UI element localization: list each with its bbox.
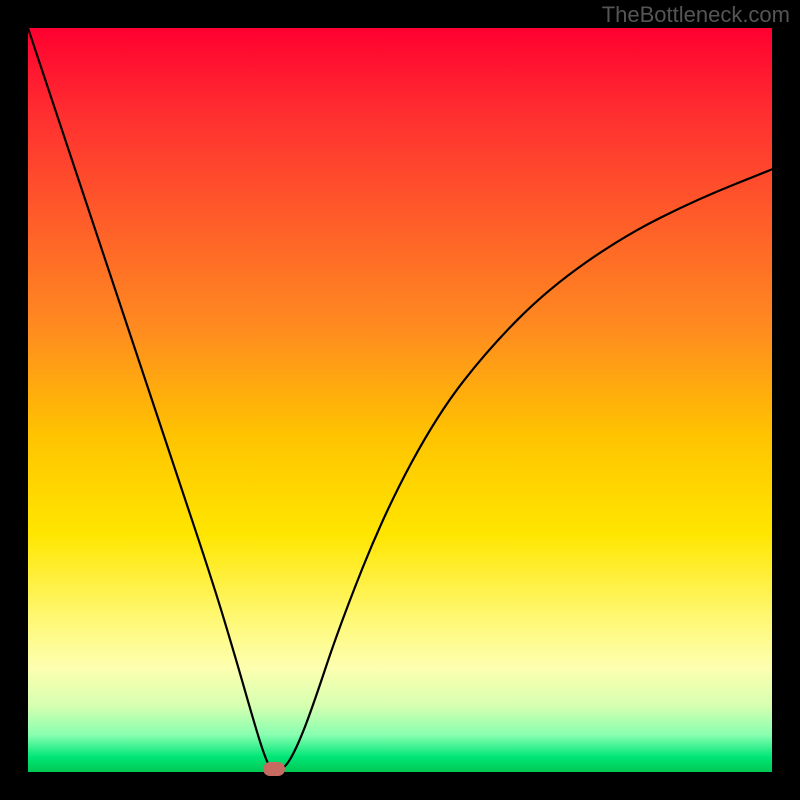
bottleneck-curve	[28, 28, 772, 768]
watermark-text: TheBottleneck.com	[602, 2, 790, 28]
chart-plot-area	[28, 28, 772, 772]
optimal-marker	[263, 762, 285, 776]
chart-svg	[28, 28, 772, 772]
